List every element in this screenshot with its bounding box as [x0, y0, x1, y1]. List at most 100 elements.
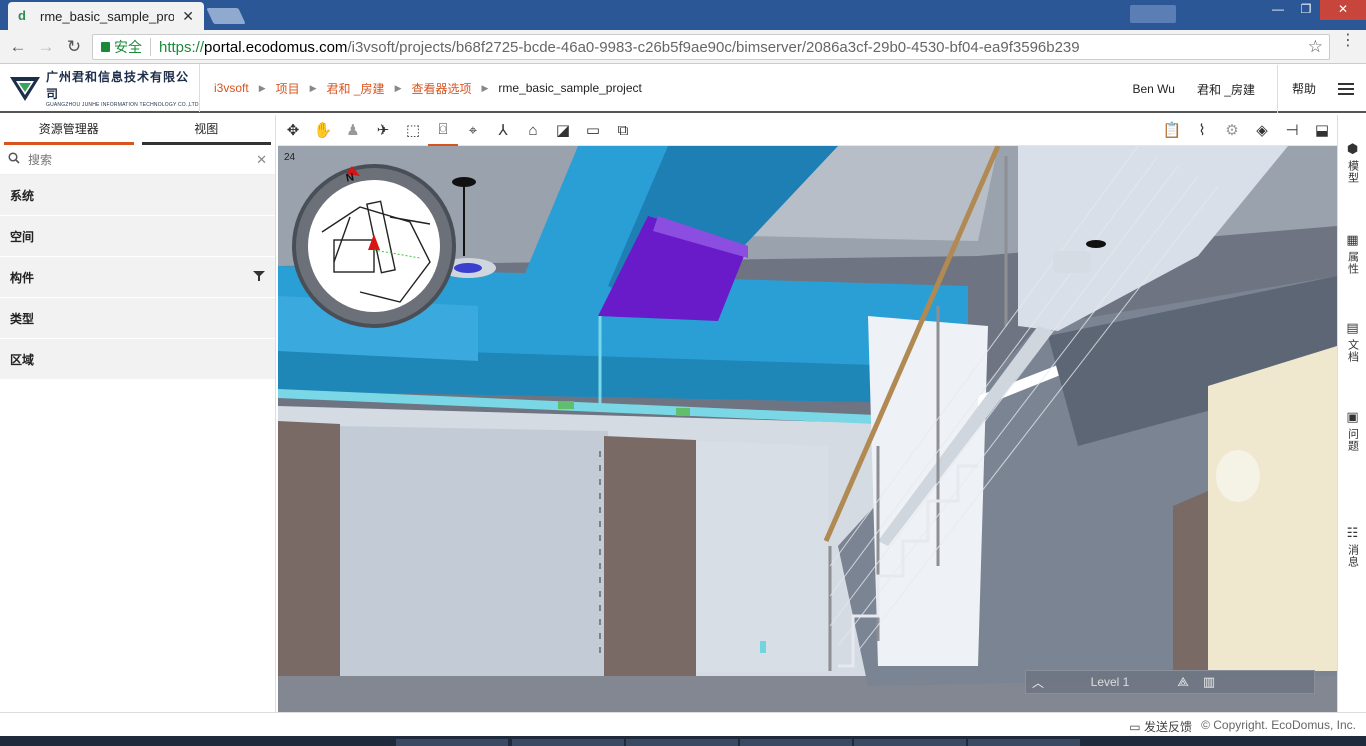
layers-icon[interactable]: ◈ [1247, 115, 1277, 146]
rail-label: 模型 [1346, 160, 1359, 184]
explorer-panel: 资源管理器 视图 ✕ 系统 空间 构件 类型 区域 [0, 115, 276, 712]
axes-icon[interactable]: ⅄ [488, 115, 518, 146]
forward-icon[interactable]: → [32, 37, 60, 57]
rail-label: 问题 [1346, 428, 1359, 452]
bim-3d-viewport[interactable]: 24 N ︿ Level 1 ⟁ ▥ [278, 146, 1337, 712]
clash-icon[interactable]: ⧉ [608, 115, 638, 146]
breadcrumb-org[interactable]: 君和 _房建 [327, 80, 385, 97]
focus-icon[interactable]: ⌖ [458, 115, 488, 146]
home-icon[interactable]: ⌂ [518, 115, 548, 146]
current-level[interactable]: Level 1 [1050, 675, 1170, 689]
explorer-item-types[interactable]: 类型 [0, 298, 275, 339]
browser-tab[interactable]: d rme_basic_sample_proj ✕ [8, 2, 204, 30]
url-divider [150, 38, 151, 56]
panel-tabs: 资源管理器 视图 [0, 115, 275, 145]
explorer-item-zones[interactable]: 区域 [0, 339, 275, 380]
tab-title: rme_basic_sample_proj [40, 8, 175, 24]
feedback-link[interactable]: ▭ 发送反馈 [1129, 718, 1192, 735]
logo-english-name: GUANGZHOU JUNHE INFORMATION TECHNOLOGY C… [46, 102, 199, 108]
ecodomus-favicon-icon: d [18, 8, 26, 23]
feedback-label: 发送反馈 [1143, 720, 1192, 734]
explorer-item-systems[interactable]: 系统 [0, 175, 275, 216]
walk-icon[interactable]: ♟ [338, 115, 368, 146]
restore-icon[interactable]: ❐ [1292, 0, 1320, 20]
fly-icon[interactable]: ✈ [368, 115, 398, 146]
close-tab-icon[interactable]: ✕ [182, 8, 194, 25]
explorer-item-components[interactable]: 构件 [0, 257, 275, 298]
grid-icon: ▦ [1346, 232, 1359, 247]
right-rail: ⬢ 模型 ▦ 属性 ▤ 文档 ▣ 问题 ☷ 消息 [1337, 115, 1366, 712]
breadcrumb-current-project: rme_basic_sample_project [498, 81, 642, 95]
chevron-up-icon[interactable]: ︿ [1026, 674, 1050, 691]
rail-messages[interactable]: ☷ 消息 [1338, 525, 1366, 568]
breadcrumb-projects[interactable]: 项目 [276, 80, 300, 97]
slider-icon[interactable]: ⊣ [1277, 115, 1307, 146]
level-selector: ︿ Level 1 ⟁ ▥ [1025, 670, 1315, 694]
measure-icon[interactable]: ▭ [578, 115, 608, 146]
pan-icon[interactable]: ✥ [278, 115, 308, 146]
user-name[interactable]: Ben Wu [1133, 82, 1175, 96]
filter-icon[interactable] [253, 270, 265, 285]
map-icon[interactable]: ▥ [1196, 674, 1222, 690]
rail-documents[interactable]: ▤ 文档 [1338, 320, 1366, 363]
rail-model[interactable]: ⬢ 模型 [1338, 141, 1366, 184]
search-row: ✕ [0, 145, 275, 175]
viewer-toolbar: ✥ ✋ ♟ ✈ ⬚ ⌼ ⌖ ⅄ ⌂ ◪ ▭ ⧉ 📋 ⌇ ⚙ ◈ ⊣ ⬓ [278, 115, 1337, 146]
os-taskbar [0, 736, 1366, 746]
window-controls: — ❐ ✕ [1264, 0, 1366, 20]
hamburger-menu-icon[interactable] [1338, 83, 1354, 95]
url-host: portal.ecodomus.com [204, 38, 348, 56]
feedback-icon: ▭ [1129, 720, 1141, 734]
url-bar[interactable]: 安全 https:// portal.ecodomus.com /i3vsoft… [92, 34, 1330, 60]
rail-label: 文档 [1346, 339, 1359, 363]
junhe-logo-icon [8, 73, 42, 103]
url-path: /i3vsoft/projects/b68f2725-bcde-46a0-998… [347, 38, 1080, 56]
tab-explorer[interactable]: 资源管理器 [4, 115, 134, 145]
floor-plan-icon[interactable]: ⟁ [1170, 674, 1196, 690]
secure-indicator[interactable]: 安全 [101, 37, 142, 57]
report-icon[interactable]: 📋 [1157, 115, 1187, 146]
explorer-item-label: 空间 [10, 229, 35, 244]
browser-tabstrip: d rme_basic_sample_proj ✕ — ❐ ✕ [0, 0, 1366, 30]
company-logo[interactable]: 广州君和信息技术有限公司 GUANGZHOU JUNHE INFORMATION… [0, 64, 200, 112]
org-name[interactable]: 君和 _房建 [1197, 81, 1255, 98]
breadcrumb-i3vsoft[interactable]: i3vsoft [214, 81, 249, 95]
copyright-text: © Copyright. EcoDomus, Inc. [1201, 718, 1356, 732]
help-link[interactable]: 帮助 [1276, 65, 1316, 113]
rail-properties[interactable]: ▦ 属性 [1338, 232, 1366, 275]
section-plane-icon[interactable]: ⌼ [428, 115, 458, 146]
clipboard-icon: ▣ [1346, 409, 1359, 424]
fullscreen-icon[interactable]: ⬓ [1307, 115, 1337, 146]
minimize-icon[interactable]: — [1264, 0, 1292, 20]
chart-icon[interactable]: ⌇ [1187, 115, 1217, 146]
reload-icon[interactable]: ↻ [60, 37, 88, 57]
section-box-icon[interactable]: ⬚ [398, 115, 428, 146]
compass-minimap[interactable]: N [290, 162, 458, 330]
close-window-icon[interactable]: ✕ [1320, 0, 1366, 20]
explorer-item-label: 区域 [10, 352, 35, 367]
settings-icon[interactable]: ⚙ [1217, 115, 1247, 146]
breadcrumb-arrow-icon: ▶ [394, 82, 402, 93]
tab-views[interactable]: 视图 [141, 115, 271, 145]
breadcrumb-arrow-icon: ▶ [258, 82, 266, 93]
new-tab-button[interactable] [206, 8, 246, 24]
search-input[interactable] [28, 152, 249, 167]
browser-menu-icon[interactable]: ⋮ [1340, 33, 1356, 49]
rail-label: 属性 [1346, 251, 1359, 275]
breadcrumb-viewer-options[interactable]: 查看器选项 [411, 80, 471, 97]
explorer-item-label: 类型 [10, 311, 35, 326]
orbit-icon[interactable]: ✋ [308, 115, 338, 146]
browser-profile-button[interactable] [1130, 5, 1176, 23]
document-icon: ▤ [1346, 320, 1359, 335]
search-icon [8, 152, 20, 167]
rail-issues[interactable]: ▣ 问题 [1338, 409, 1366, 452]
lock-icon [101, 42, 110, 52]
clear-search-icon[interactable]: ✕ [256, 152, 267, 168]
explorer-item-spaces[interactable]: 空间 [0, 216, 275, 257]
message-icon: ☷ [1346, 525, 1359, 540]
breadcrumb-arrow-icon: ▶ [309, 82, 317, 93]
bookmark-star-icon[interactable]: ☆ [1308, 37, 1323, 57]
back-icon[interactable]: ← [4, 37, 32, 57]
rail-label: 消息 [1346, 544, 1359, 568]
add-note-icon[interactable]: ◪ [548, 115, 578, 146]
